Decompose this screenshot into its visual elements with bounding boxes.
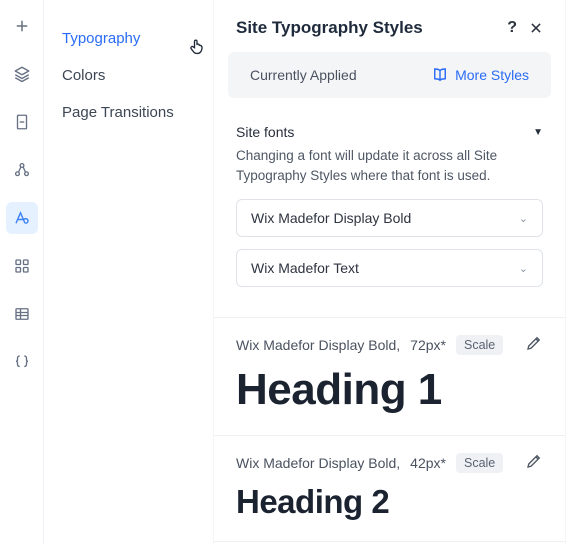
subnav-colors[interactable]: Colors — [44, 57, 213, 94]
scale-tag[interactable]: Scale — [456, 335, 503, 355]
edit-type-button[interactable] — [525, 334, 543, 355]
rail-site-structure[interactable] — [6, 154, 38, 186]
rail-pages[interactable] — [6, 106, 38, 138]
font-select-secondary[interactable]: Wix Madefor Text ⌄ — [236, 249, 543, 287]
type-font-size: 72px* — [410, 337, 446, 353]
pencil-icon — [525, 452, 543, 470]
page-icon — [13, 113, 31, 131]
type-style-row: Wix Madefor Display Bold 72px* Scale Hea… — [214, 318, 565, 436]
rail-data[interactable] — [6, 298, 38, 330]
panel-title: Site Typography Styles — [236, 18, 423, 38]
font-select-value: Wix Madefor Text — [251, 260, 359, 276]
chevron-down-icon: ⌄ — [519, 262, 528, 275]
currently-applied-row: Currently Applied More Styles — [228, 52, 551, 98]
type-style-meta: Wix Madefor Display Bold 72px* Scale — [236, 334, 543, 355]
panel-header: Site Typography Styles ? — [214, 0, 565, 52]
typography-icon — [13, 209, 31, 227]
font-select-primary[interactable]: Wix Madefor Display Bold ⌄ — [236, 199, 543, 237]
close-button[interactable] — [529, 21, 543, 35]
grid-icon — [13, 257, 31, 275]
type-font-size: 42px* — [410, 455, 446, 471]
table-icon — [13, 305, 31, 323]
type-style-meta: Wix Madefor Display Bold 42px* Scale — [236, 452, 543, 473]
rail-typography[interactable] — [6, 202, 38, 234]
cursor-hand-icon — [187, 36, 207, 56]
type-style-row: Wix Madefor Display Bold 42px* Scale Hea… — [214, 436, 565, 542]
type-font-name: Wix Madefor Display Bold — [236, 455, 400, 471]
type-sample-heading-2: Heading 2 — [236, 483, 543, 521]
help-button[interactable]: ? — [507, 19, 517, 37]
edit-type-button[interactable] — [525, 452, 543, 473]
type-font-name: Wix Madefor Display Bold — [236, 337, 400, 353]
subnav-typography[interactable]: Typography — [44, 20, 213, 57]
book-icon — [431, 66, 449, 84]
caret-down-icon: ▼ — [533, 127, 543, 138]
scale-tag[interactable]: Scale — [456, 453, 503, 473]
layers-icon — [13, 65, 31, 83]
site-fonts-description: Changing a font will update it across al… — [236, 146, 543, 185]
rail-layers[interactable] — [6, 58, 38, 90]
more-styles-label: More Styles — [455, 67, 529, 83]
site-fonts-heading: Site fonts — [236, 124, 294, 140]
site-fonts-section: Site fonts ▼ Changing a font will update… — [214, 102, 565, 318]
subnav-label: Typography — [62, 30, 140, 47]
pencil-icon — [525, 334, 543, 352]
plus-icon — [13, 17, 31, 35]
subnav-page-transitions[interactable]: Page Transitions — [44, 94, 213, 131]
site-fonts-toggle[interactable]: Site fonts ▼ — [236, 112, 543, 146]
chevron-down-icon: ⌄ — [519, 212, 528, 225]
rail-code[interactable] — [6, 346, 38, 378]
rail-add[interactable] — [6, 10, 38, 42]
type-sample-heading-1: Heading 1 — [236, 365, 543, 415]
nodes-icon — [13, 161, 31, 179]
close-icon — [529, 21, 543, 35]
currently-applied-label: Currently Applied — [250, 67, 357, 83]
rail-apps[interactable] — [6, 250, 38, 282]
font-select-value: Wix Madefor Display Bold — [251, 210, 411, 226]
subnav-label: Page Transitions — [62, 104, 174, 121]
subnav-label: Colors — [62, 67, 105, 84]
tool-rail — [0, 0, 44, 544]
design-subnav: Typography Colors Page Transitions — [44, 0, 214, 544]
panel-header-actions: ? — [507, 19, 543, 37]
braces-icon — [13, 353, 31, 371]
more-styles-link[interactable]: More Styles — [431, 66, 529, 84]
typography-panel: Site Typography Styles ? Currently Appli… — [214, 0, 566, 544]
